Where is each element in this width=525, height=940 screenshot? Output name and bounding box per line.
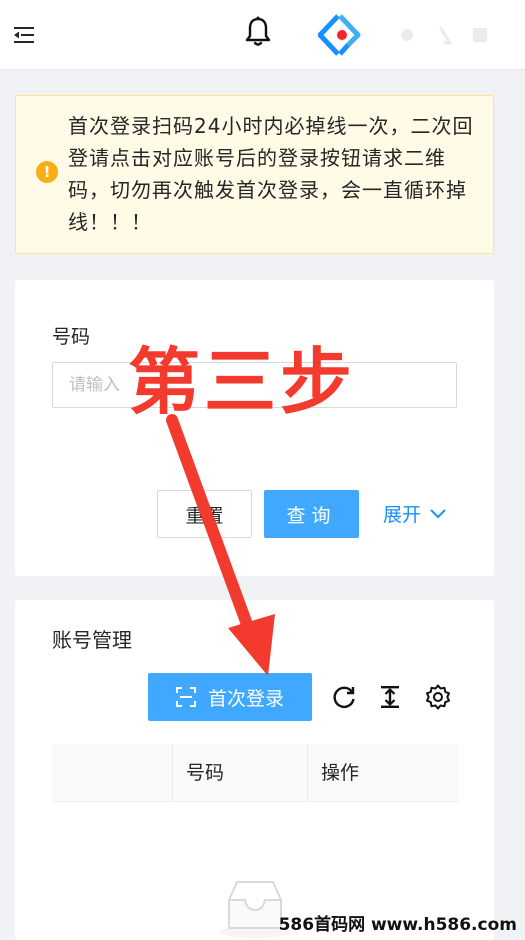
faded-toolbar-icons bbox=[401, 26, 487, 45]
expand-label: 展开 bbox=[383, 504, 422, 526]
column-header-action: 操作 bbox=[321, 762, 360, 784]
column-divider bbox=[307, 744, 308, 802]
scan-icon bbox=[175, 687, 196, 707]
warning-alert: ! 首次登录扫码24小时内必掉线一次，二次回登请点击对应账号后的登录按钮请求二维… bbox=[15, 95, 494, 254]
menu-fold-icon[interactable] bbox=[12, 24, 36, 46]
expand-toggle[interactable]: 展开 bbox=[383, 500, 447, 527]
chevron-down-icon bbox=[430, 508, 446, 518]
first-login-label: 首次登录 bbox=[207, 687, 284, 710]
column-header-number[interactable]: 号码 bbox=[186, 744, 224, 802]
step-annotation-text: 第三步 bbox=[128, 340, 357, 424]
bell-icon[interactable] bbox=[244, 16, 272, 48]
reload-icon[interactable] bbox=[331, 684, 357, 710]
site-watermark: 586首码网 www.h586.com bbox=[278, 915, 517, 935]
search-form-card: 号码 重置 查询 展开 bbox=[15, 280, 494, 576]
column-divider bbox=[172, 744, 173, 802]
table-title: 账号管理 bbox=[52, 628, 132, 652]
exclamation-circle-icon: ! bbox=[36, 161, 58, 183]
reset-button[interactable]: 重置 bbox=[157, 490, 252, 538]
first-login-button[interactable]: 首次登录 bbox=[148, 673, 312, 721]
alert-message: 首次登录扫码24小时内必掉线一次，二次回登请点击对应账号后的登录按钮请求二维码，… bbox=[68, 114, 474, 234]
setting-icon[interactable] bbox=[425, 684, 451, 710]
column-height-icon[interactable] bbox=[377, 684, 403, 710]
top-header bbox=[0, 0, 525, 70]
app-logo[interactable] bbox=[318, 14, 366, 56]
account-management-card: 账号管理 首次登录 号码 操作 bbox=[15, 600, 494, 940]
query-button[interactable]: 查询 bbox=[264, 490, 359, 538]
number-field-label: 号码 bbox=[52, 326, 91, 348]
table-header: 号码 操作 bbox=[52, 744, 459, 802]
